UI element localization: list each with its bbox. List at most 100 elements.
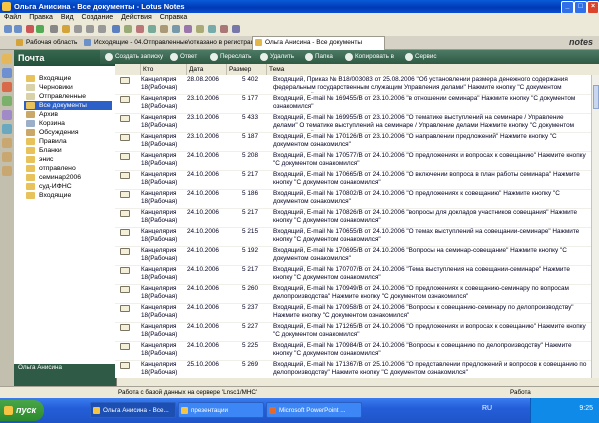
mark-read-icon[interactable]: [172, 25, 180, 33]
folder-inbox[interactable]: Входящие: [24, 74, 112, 83]
table-row[interactable]: Канцелярия 18(Рабочая) 24.10.2006 5 192 Вхо…: [115, 246, 591, 266]
cell-subject: Входящий, E-mail № 170577/В от 24.10.200…: [273, 152, 586, 167]
folder-icon[interactable]: [62, 25, 70, 33]
folder-discussions[interactable]: Обсуждения: [24, 128, 112, 137]
table-row[interactable]: Канцелярия 18(Рабочая) 24.10.2006 5 217 Вхо…: [115, 208, 591, 228]
envelope-icon: [120, 77, 130, 84]
mark-unread-icon[interactable]: [184, 25, 192, 33]
table-row[interactable]: Канцелярия 18(Рабочая) 24.10.2006 5 215 Вхо…: [115, 227, 591, 247]
menu-edit[interactable]: Правка: [25, 13, 57, 21]
table-row[interactable]: Канцелярия 18(Рабочая) 24.10.2006 5 227 Вхо…: [115, 322, 591, 342]
cell-who: Канцелярия 18(Рабочая): [141, 171, 178, 186]
folder-inbox-2[interactable]: Входящие: [24, 191, 112, 200]
send-icon[interactable]: [148, 25, 156, 33]
forward-button[interactable]: Переслать: [210, 52, 251, 62]
folder-icon: [26, 147, 35, 154]
delete-icon[interactable]: [136, 25, 144, 33]
properties-icon[interactable]: [124, 25, 132, 33]
reply-icon: [170, 53, 178, 61]
table-row[interactable]: Канцелярия 18(Рабочая) 28.08.2006 5 402 Вхо…: [115, 75, 591, 95]
folder-trash[interactable]: Корзина: [24, 119, 112, 128]
folder-enis[interactable]: энис: [24, 155, 112, 164]
col-who[interactable]: Кто: [141, 64, 187, 75]
folder-drafts[interactable]: Черновики: [24, 83, 112, 92]
start-button[interactable]: пуск: [0, 400, 44, 421]
table-row[interactable]: Канцелярия 18(Рабочая) 23.10.2006 5 187 Вхо…: [115, 132, 591, 152]
help-icon[interactable]: [232, 25, 240, 33]
folder-all-documents[interactable]: Все документы: [24, 101, 112, 110]
forward-icon[interactable]: [14, 25, 22, 33]
folder-button[interactable]: Папка: [305, 52, 333, 62]
menu-view[interactable]: Вид: [57, 13, 78, 21]
replicator-icon[interactable]: [2, 124, 12, 134]
copy-to-button[interactable]: Копировать в: [345, 52, 394, 62]
table-row[interactable]: Канцелярия 18(Рабочая) 24.10.2006 5 208 Вхо…: [115, 151, 591, 171]
folder-sent[interactable]: Отправленные: [24, 92, 112, 101]
table-row[interactable]: Канцелярия 18(Рабочая) 25.10.2006 5 269 Вхо…: [115, 360, 591, 378]
toolbar: [0, 23, 599, 37]
todo-icon[interactable]: [2, 110, 12, 120]
delete-button[interactable]: Удалить: [260, 52, 294, 62]
home-icon[interactable]: [2, 54, 12, 64]
databases-icon[interactable]: [2, 152, 12, 162]
envelope-icon: [120, 286, 130, 293]
col-size[interactable]: Размер: [227, 64, 267, 75]
vertical-scrollbar[interactable]: [591, 75, 599, 378]
col-icon-header[interactable]: [115, 64, 141, 75]
cell-who: Канцелярия 18(Рабочая): [141, 247, 178, 262]
tools-button[interactable]: Сервис: [405, 52, 437, 62]
more-bookmarks-icon[interactable]: [2, 166, 12, 176]
tab-all-documents[interactable]: Ольга Анисина - Все документы: [252, 36, 385, 50]
task-lotus-notes[interactable]: Ольга Анисина - Все...: [90, 402, 176, 418]
language-indicator[interactable]: RU: [482, 405, 492, 412]
contacts-icon[interactable]: [2, 96, 12, 106]
table-row[interactable]: Канцелярия 18(Рабочая) 24.10.2006 5 225 Вхо…: [115, 341, 591, 361]
table-row[interactable]: Канцелярия 18(Рабочая) 24.10.2006 5 237 Вхо…: [115, 303, 591, 323]
cell-who: Канцелярия 18(Рабочая): [141, 323, 178, 338]
calendar-icon[interactable]: [2, 82, 12, 92]
menu-help[interactable]: Справка: [156, 13, 191, 21]
scrollbar-thumb[interactable]: [593, 85, 599, 109]
folder-icon: [26, 183, 35, 190]
favorites-icon[interactable]: [2, 138, 12, 148]
table-row[interactable]: Канцелярия 18(Рабочая) 23.10.2006 5 177 Вхо…: [115, 94, 591, 114]
table-row[interactable]: Канцелярия 18(Рабочая) 24.10.2006 5 186 Вхо…: [115, 189, 591, 209]
menu-create[interactable]: Создание: [78, 13, 118, 21]
menu-file[interactable]: Файл: [0, 13, 25, 21]
preview-icon[interactable]: [208, 25, 216, 33]
search-icon[interactable]: [112, 25, 120, 33]
refresh-icon[interactable]: [36, 25, 44, 33]
cut-icon[interactable]: [74, 25, 82, 33]
folder-stationery[interactable]: Бланки: [24, 146, 112, 155]
folder-court-ifns[interactable]: суд-ИФНС: [24, 182, 112, 191]
tab-outbox[interactable]: Исходящие - 04.Отправленные\отказано в р…: [82, 37, 267, 48]
copy-icon[interactable]: [86, 25, 94, 33]
table-row[interactable]: Канцелярия 18(Рабочая) 24.10.2006 5 260 Вхо…: [115, 284, 591, 304]
task-powerpoint[interactable]: Microsoft PowerPoint ...: [266, 402, 362, 418]
cell-subject: Входящий, E-mail № 169955/В от 23.10.200…: [273, 114, 575, 131]
reply-button[interactable]: Ответ: [170, 52, 197, 62]
folder-rules[interactable]: Правила: [24, 137, 112, 146]
mail-icon[interactable]: [2, 68, 12, 78]
cell-who: Канцелярия 18(Рабочая): [141, 361, 178, 376]
folder-archive[interactable]: Архив: [24, 110, 112, 119]
folder-sent-custom[interactable]: отправлено: [24, 164, 112, 173]
attach-icon[interactable]: [160, 25, 168, 33]
stop-icon[interactable]: [26, 25, 34, 33]
status-mode[interactable]: Работа: [510, 388, 531, 398]
tab-label: Исходящие - 04.Отправленные\отказано в р…: [94, 39, 262, 46]
col-date[interactable]: Дата: [187, 64, 227, 75]
folder-seminar2006[interactable]: семинар2006: [24, 173, 112, 182]
bookmark-icon[interactable]: [220, 25, 228, 33]
table-row[interactable]: Канцелярия 18(Рабочая) 24.10.2006 5 217 Вхо…: [115, 170, 591, 190]
menu-actions[interactable]: Действия: [117, 13, 156, 21]
paste-icon[interactable]: [98, 25, 106, 33]
new-memo-button[interactable]: Создать записку: [105, 52, 163, 62]
back-icon[interactable]: [4, 25, 12, 33]
table-row[interactable]: Канцелярия 18(Рабочая) 23.10.2006 5 433 Вхо…: [115, 113, 591, 133]
table-row[interactable]: Канцелярия 18(Рабочая) 24.10.2006 5 217 Вхо…: [115, 265, 591, 285]
categorize-icon[interactable]: [196, 25, 204, 33]
task-presentations[interactable]: презентации: [178, 402, 264, 418]
col-subject[interactable]: Тема: [267, 64, 599, 75]
print-icon[interactable]: [50, 25, 58, 33]
